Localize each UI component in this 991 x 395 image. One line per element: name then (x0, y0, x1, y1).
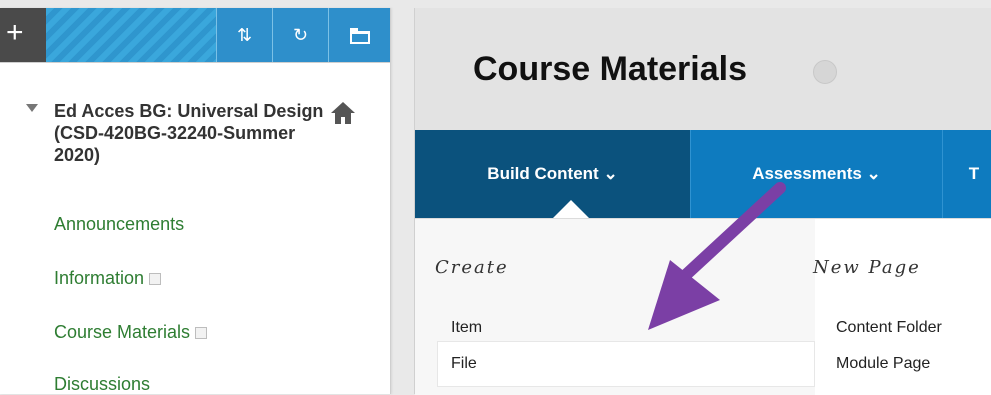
menu-item-file[interactable]: File (451, 355, 477, 373)
menu-item-content-folder[interactable]: Content Folder (836, 319, 942, 337)
sidebar-item-label[interactable]: Discussions (54, 374, 150, 394)
annotation-arrow-icon (648, 182, 786, 330)
menu-item-module-page[interactable]: Module Page (836, 355, 930, 373)
sidebar-item-course-materials[interactable]: Course Materials (54, 322, 208, 343)
collapse-caret-icon[interactable] (26, 104, 38, 112)
page-title: Course Materials (473, 50, 747, 88)
sort-arrows-icon[interactable]: ⇅ (216, 8, 272, 62)
home-icon[interactable] (330, 100, 356, 126)
page-header: Course Materials (415, 8, 991, 131)
dropdown-pointer (553, 200, 589, 218)
toolbar-stripe (46, 8, 216, 62)
chevron-down-icon[interactable] (813, 60, 837, 84)
create-heading: Create (435, 257, 509, 278)
options-icon[interactable] (195, 327, 208, 340)
sidebar-item-label[interactable]: Announcements (54, 214, 184, 234)
sidebar-item-information[interactable]: Information (54, 268, 162, 289)
tab-tools[interactable]: T (943, 130, 991, 218)
sidebar-item-announcements[interactable]: Announcements (54, 214, 184, 235)
tab-label: Build Content ⌄ (487, 164, 618, 183)
sidebar-item-label[interactable]: Information (54, 268, 144, 288)
course-menu: + ⇅ ↻ Ed Acces BG: Universal Design (CSD… (0, 8, 391, 394)
tab-label: T (968, 164, 980, 183)
refresh-icon[interactable]: ↻ (272, 8, 328, 62)
folder-icon[interactable] (328, 8, 390, 62)
sidebar-item-label[interactable]: Course Materials (54, 322, 190, 342)
options-icon[interactable] (149, 273, 162, 286)
course-menu-toolbar: + ⇅ ↻ (0, 8, 390, 63)
menu-item-file-highlight[interactable] (437, 341, 815, 387)
sidebar-item-discussions[interactable]: Discussions (54, 374, 150, 395)
menu-item-item[interactable]: Item (451, 319, 482, 337)
add-menu-item-button[interactable]: + (0, 8, 46, 62)
course-title[interactable]: Ed Acces BG: Universal Design (CSD-420BG… (54, 100, 334, 166)
